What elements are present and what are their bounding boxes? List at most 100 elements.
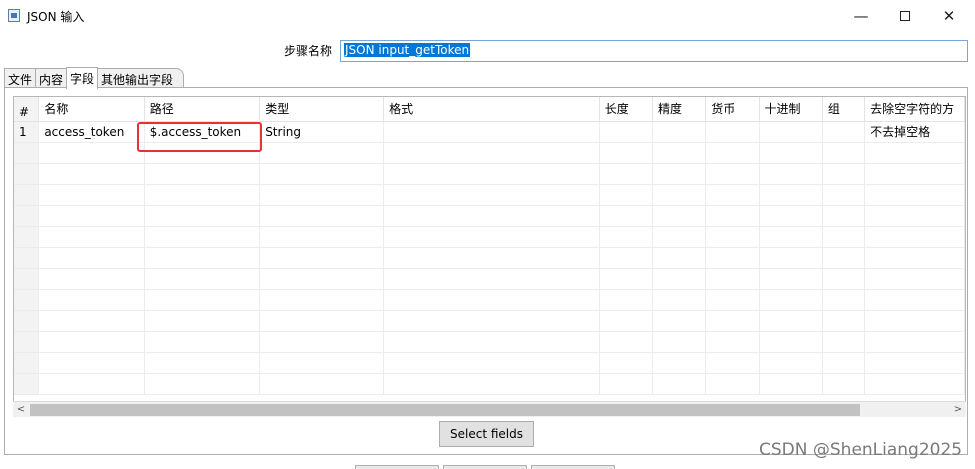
- table-cell[interactable]: [652, 310, 707, 332]
- table-cell[interactable]: [259, 352, 385, 374]
- cell-group[interactable]: [822, 121, 866, 143]
- table-cell[interactable]: [759, 142, 823, 164]
- table-cell[interactable]: [652, 268, 707, 290]
- table-cell[interactable]: [864, 163, 965, 185]
- column-header-currency[interactable]: 货币: [705, 97, 760, 122]
- table-cell[interactable]: [759, 310, 823, 332]
- table-cell[interactable]: [144, 331, 261, 353]
- table-cell[interactable]: [14, 184, 40, 206]
- table-cell[interactable]: [864, 205, 965, 227]
- table-cell[interactable]: [759, 352, 823, 374]
- scroll-left-icon[interactable]: <: [13, 403, 29, 417]
- cell-path[interactable]: $.access_token: [144, 121, 261, 143]
- table-cell[interactable]: [38, 205, 145, 227]
- table-cell[interactable]: [599, 226, 654, 248]
- table-cell[interactable]: [864, 142, 965, 164]
- tab-file[interactable]: 文件: [4, 68, 37, 88]
- bottom-button-fragment[interactable]: [531, 465, 615, 469]
- table-cell[interactable]: [144, 310, 261, 332]
- table-cell[interactable]: [383, 184, 600, 206]
- table-cell[interactable]: [864, 352, 965, 374]
- table-cell[interactable]: [383, 352, 600, 374]
- table-cell[interactable]: [822, 268, 866, 290]
- table-cell[interactable]: [652, 184, 707, 206]
- step-name-input[interactable]: JSON input_getToken: [340, 40, 968, 62]
- table-cell[interactable]: [705, 352, 760, 374]
- fields-grid[interactable]: ^ # 名称 路径 类型 格式 长度 精度 货币 十进制 组 去除空字符的方 1 …: [13, 96, 966, 408]
- table-cell[interactable]: [259, 268, 385, 290]
- table-row[interactable]: [14, 310, 965, 332]
- table-cell[interactable]: [599, 289, 654, 311]
- table-cell[interactable]: [144, 184, 261, 206]
- table-row[interactable]: [14, 142, 965, 164]
- table-cell[interactable]: [705, 247, 760, 269]
- table-cell[interactable]: [759, 205, 823, 227]
- table-cell[interactable]: [652, 205, 707, 227]
- table-row[interactable]: [14, 205, 965, 227]
- table-cell[interactable]: [652, 142, 707, 164]
- table-cell[interactable]: [759, 373, 823, 395]
- table-row[interactable]: [14, 373, 965, 395]
- table-row[interactable]: 1 access_token $.access_token String 不去掉…: [14, 121, 965, 143]
- table-cell[interactable]: [822, 163, 866, 185]
- table-cell[interactable]: [705, 289, 760, 311]
- table-cell[interactable]: [652, 331, 707, 353]
- table-cell[interactable]: [259, 205, 385, 227]
- cell-format[interactable]: [383, 121, 600, 143]
- table-cell[interactable]: [144, 268, 261, 290]
- table-cell[interactable]: [705, 205, 760, 227]
- table-cell[interactable]: [822, 184, 866, 206]
- table-cell[interactable]: [38, 373, 145, 395]
- column-header-type[interactable]: 类型: [259, 97, 385, 122]
- table-cell[interactable]: [14, 289, 40, 311]
- table-cell[interactable]: [383, 310, 600, 332]
- table-cell[interactable]: [652, 163, 707, 185]
- table-cell[interactable]: [383, 331, 600, 353]
- table-row[interactable]: [14, 352, 965, 374]
- column-header-length[interactable]: 长度: [599, 97, 654, 122]
- bottom-button-fragment[interactable]: [355, 465, 439, 469]
- select-fields-button[interactable]: Select fields: [439, 421, 534, 447]
- table-cell[interactable]: [822, 289, 866, 311]
- tab-content[interactable]: 内容: [35, 68, 68, 88]
- table-cell[interactable]: [864, 289, 965, 311]
- table-cell[interactable]: [14, 373, 40, 395]
- table-cell[interactable]: [14, 205, 40, 227]
- table-cell[interactable]: [705, 373, 760, 395]
- table-row[interactable]: [14, 331, 965, 353]
- table-cell[interactable]: [144, 247, 261, 269]
- table-cell[interactable]: [822, 247, 866, 269]
- table-cell[interactable]: [759, 331, 823, 353]
- table-row[interactable]: [14, 163, 965, 185]
- table-cell[interactable]: [14, 247, 40, 269]
- table-cell[interactable]: [705, 184, 760, 206]
- table-cell[interactable]: [14, 142, 40, 164]
- table-cell[interactable]: [144, 226, 261, 248]
- table-cell[interactable]: [759, 163, 823, 185]
- cell-type[interactable]: String: [259, 121, 385, 143]
- column-header-precision[interactable]: 精度: [652, 97, 707, 122]
- close-button[interactable]: ✕: [926, 0, 972, 32]
- table-cell[interactable]: [822, 373, 866, 395]
- cell-trim-type[interactable]: 不去掉空格: [864, 121, 965, 143]
- table-cell[interactable]: [759, 226, 823, 248]
- table-cell[interactable]: [705, 163, 760, 185]
- table-cell[interactable]: [822, 142, 866, 164]
- table-cell[interactable]: [705, 142, 760, 164]
- tab-other-output-fields[interactable]: 其他输出字段: [97, 68, 185, 88]
- table-cell[interactable]: [38, 142, 145, 164]
- table-cell[interactable]: [38, 268, 145, 290]
- table-cell[interactable]: [652, 226, 707, 248]
- table-cell[interactable]: [383, 373, 600, 395]
- table-cell[interactable]: [759, 247, 823, 269]
- table-cell[interactable]: [144, 289, 261, 311]
- table-cell[interactable]: [144, 373, 261, 395]
- table-row[interactable]: [14, 184, 965, 206]
- table-cell[interactable]: [38, 184, 145, 206]
- table-cell[interactable]: [14, 310, 40, 332]
- cell-currency[interactable]: [705, 121, 760, 143]
- table-cell[interactable]: [822, 205, 866, 227]
- table-cell[interactable]: [259, 331, 385, 353]
- table-cell[interactable]: [14, 331, 40, 353]
- table-cell[interactable]: [38, 226, 145, 248]
